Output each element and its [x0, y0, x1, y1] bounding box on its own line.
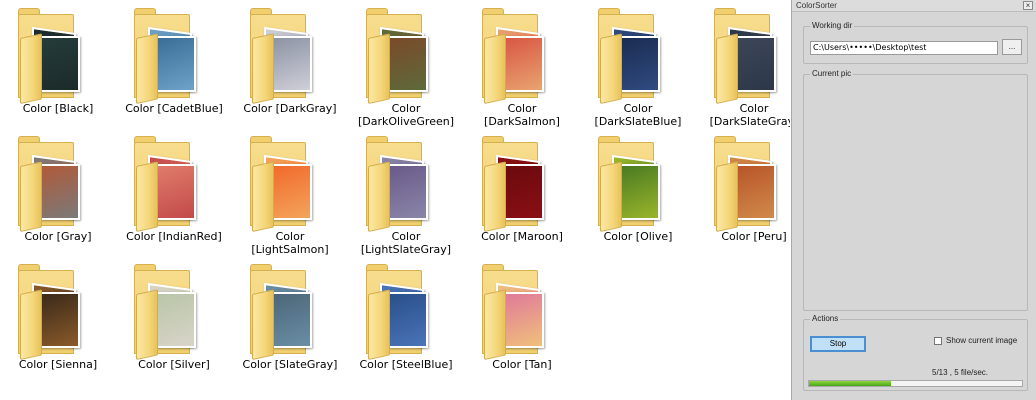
folder-icon: [250, 8, 330, 104]
working-dir-group: Working dir C:\Users\•••••\Desktop\test …: [803, 21, 1028, 64]
folder-icon: [482, 264, 562, 360]
current-pic-legend: Current pic: [810, 69, 854, 78]
folder-item[interactable]: Color [Sienna]: [0, 258, 116, 386]
folder-icon: [482, 8, 562, 104]
folder-item[interactable]: Color [IndianRed]: [116, 130, 232, 258]
folder-icon: [598, 136, 678, 232]
current-pic-group: Current pic: [803, 69, 1028, 311]
folder-item[interactable]: Color [LightSalmon]: [232, 130, 348, 258]
folder-item[interactable]: Color [DarkOliveGreen]: [348, 2, 464, 130]
show-current-image-checkbox[interactable]: Show current image: [934, 336, 1017, 345]
folder-label: Color [DarkOliveGreen]: [357, 102, 455, 128]
folder-label: Color [SlateGray]: [242, 358, 338, 371]
title-bar: ColorSorter ×: [792, 0, 1036, 12]
folder-icon: [134, 264, 214, 360]
folder-icon: [18, 264, 98, 360]
file-explorer-view: Color [Black] Color [CadetBlue] Color [Dar…: [0, 0, 790, 400]
folder-icon: [250, 264, 330, 360]
folder-icon: [366, 8, 446, 104]
folder-item[interactable]: Color [SlateGray]: [232, 258, 348, 386]
folder-item[interactable]: Color [DarkSlateBlue]: [580, 2, 696, 130]
folder-item[interactable]: Color [SteelBlue]: [348, 258, 464, 386]
folder-label: Color [LightSalmon]: [251, 230, 329, 256]
stop-button[interactable]: Stop: [810, 336, 866, 352]
folder-label: Color [DarkSlateGray]: [709, 102, 790, 128]
close-icon[interactable]: ×: [1023, 1, 1033, 10]
folder-icon: [366, 136, 446, 232]
folder-label: Color [Peru]: [721, 230, 787, 243]
progress-bar: [808, 380, 1023, 387]
folder-item[interactable]: Color [DarkSlateGray]: [696, 2, 790, 130]
folder-item[interactable]: Color [Peru]: [696, 130, 790, 258]
folder-label: Color [Sienna]: [18, 358, 98, 371]
folder-item[interactable]: Color [Gray]: [0, 130, 116, 258]
folder-icon: [18, 136, 98, 232]
folder-label: Color [SteelBlue]: [359, 358, 453, 371]
folder-label: Color [Olive]: [603, 230, 673, 243]
progress-bar-fill: [809, 381, 891, 386]
folder-icon: [366, 264, 446, 360]
folder-icon: [482, 136, 562, 232]
folder-label: Color [DarkGray]: [243, 102, 337, 115]
working-dir-legend: Working dir: [810, 21, 855, 30]
folder-label: Color [Black]: [22, 102, 94, 115]
folder-item[interactable]: Color [Silver]: [116, 258, 232, 386]
folder-icon: [134, 136, 214, 232]
folder-item[interactable]: Color [Maroon]: [464, 130, 580, 258]
checkbox-box[interactable]: [934, 336, 942, 345]
folder-item[interactable]: Color [Olive]: [580, 130, 696, 258]
working-dir-field[interactable]: C:\Users\•••••\Desktop\test: [810, 41, 998, 55]
progress-status-text: 5/13 , 5 file/sec.: [932, 368, 989, 377]
folder-item[interactable]: Color [DarkGray]: [232, 2, 348, 130]
folder-label: Color [CadetBlue]: [125, 102, 223, 115]
folder-label: Color [LightSlateGray]: [360, 230, 452, 256]
folder-label: Color [Silver]: [138, 358, 210, 371]
window-title: ColorSorter: [796, 1, 837, 10]
folder-item[interactable]: Color [Black]: [0, 2, 116, 130]
folder-label: Color [Gray]: [24, 230, 92, 243]
folder-icon: [714, 136, 790, 232]
folder-label: Color [Tan]: [492, 358, 552, 371]
show-current-image-label: Show current image: [946, 336, 1018, 345]
folder-icon: [598, 8, 678, 104]
folder-item[interactable]: Color [DarkSalmon]: [464, 2, 580, 130]
actions-legend: Actions: [810, 314, 841, 323]
folder-item[interactable]: Color [CadetBlue]: [116, 2, 232, 130]
folder-label: Color [Maroon]: [481, 230, 563, 243]
folder-icon: [18, 8, 98, 104]
folder-label: Color [DarkSalmon]: [484, 102, 560, 128]
folder-icon: [714, 8, 790, 104]
folder-label: Color [DarkSlateBlue]: [594, 102, 682, 128]
folder-icon: [250, 136, 330, 232]
colorsorter-window: ColorSorter × Working dir C:\Users\•••••…: [791, 0, 1036, 400]
browse-button[interactable]: ...: [1002, 39, 1022, 55]
folder-item[interactable]: Color [LightSlateGray]: [348, 130, 464, 258]
folder-label: Color [IndianRed]: [126, 230, 222, 243]
actions-group: Actions Stop Show current image 5/13 , 5…: [803, 314, 1028, 391]
folder-icon: [134, 8, 214, 104]
folder-item[interactable]: Color [Tan]: [464, 258, 580, 386]
